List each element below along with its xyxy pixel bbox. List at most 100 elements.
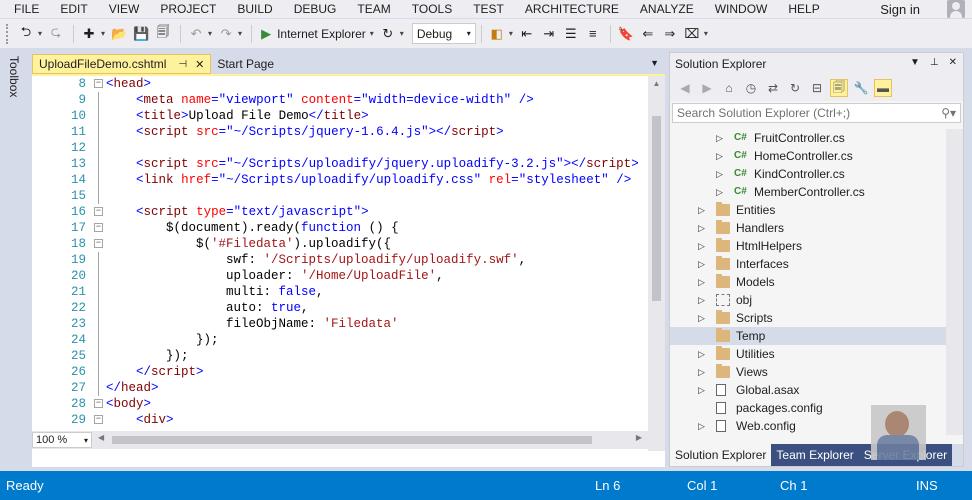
tab-team-explorer[interactable]: Team Explorer [771, 444, 859, 466]
code-line[interactable]: 11 <script src="~/Scripts/jquery-1.6.4.j… [32, 124, 648, 140]
menu-project[interactable]: PROJECT [148, 0, 225, 18]
expand-icon[interactable]: ▷ [716, 183, 723, 201]
code-line[interactable]: 18− $('#Filedata').uploadify({ [32, 236, 648, 252]
scroll-left-icon[interactable]: ◀ [98, 433, 104, 442]
pending-changes-filter-icon[interactable]: ◷ [742, 79, 760, 97]
redo-dropdown-icon[interactable]: ▾ [238, 29, 242, 38]
user-avatar-icon[interactable] [947, 0, 965, 18]
expand-icon[interactable]: ▷ [698, 363, 705, 381]
new-project-icon[interactable]: ✚ [79, 24, 99, 44]
tree-item-membercontroller-cs[interactable]: ▷ C# MemberController.cs [670, 183, 963, 201]
tab-solution-explorer[interactable]: Solution Explorer [670, 444, 772, 466]
code-line[interactable]: 8− <head> [32, 76, 648, 92]
browser-dropdown-icon[interactable]: ▾ [370, 29, 374, 38]
code-line[interactable]: 15 [32, 188, 648, 204]
menu-debug[interactable]: DEBUG [282, 0, 346, 18]
clear-bookmarks-icon[interactable]: ⌧ [682, 24, 702, 44]
code-line[interactable]: 14 <link href="~/Scripts/uploadify/uploa… [32, 172, 648, 188]
code-line[interactable]: 12 [32, 140, 648, 156]
collapse-region-icon[interactable]: − [94, 415, 103, 424]
tree-item-global-asax[interactable]: ▷ Global.asax [670, 381, 963, 399]
tab-overflow-icon[interactable]: ▼ [650, 58, 659, 68]
tree-item-handlers[interactable]: ▷ Handlers [670, 219, 963, 237]
undo-icon[interactable]: ↶ [186, 24, 206, 44]
open-file-icon[interactable]: 📂 [109, 24, 129, 44]
menu-architecture[interactable]: ARCHITECTURE [513, 0, 628, 18]
code-line[interactable]: 20 uploader: '/Home/UploadFile', [32, 268, 648, 284]
window-position-icon[interactable]: ▼ [910, 57, 920, 68]
redo-icon[interactable]: ↷ [216, 24, 236, 44]
tree-item-interfaces[interactable]: ▷ Interfaces [670, 255, 963, 273]
search-icon[interactable]: ⚲▾ [941, 106, 956, 120]
collapse-all-icon[interactable]: ⊟ [808, 79, 826, 97]
expand-icon[interactable]: ▷ [698, 237, 705, 255]
zoom-select[interactable]: 100 % ▾ [32, 432, 92, 448]
editor-vertical-scrollbar[interactable]: ▲ [648, 76, 665, 451]
solution-tree[interactable]: ▷ C# FruitController.cs ▷ C# HomeController.c… [670, 129, 963, 435]
code-line[interactable]: 13 <script src="~/Scripts/uploadify/jque… [32, 156, 648, 172]
undo-dropdown-icon[interactable]: ▾ [208, 29, 212, 38]
tree-item-temp[interactable]: Temp [670, 327, 963, 345]
bookmark-icon[interactable]: 🔖 [616, 24, 636, 44]
refresh-dropdown-icon[interactable]: ▾ [400, 29, 404, 38]
menu-window[interactable]: WINDOW [703, 0, 777, 18]
tree-item-utilities[interactable]: ▷ Utilities [670, 345, 963, 363]
menu-team[interactable]: TEAM [345, 0, 399, 18]
code-line[interactable]: 22 auto: true, [32, 300, 648, 316]
solution-explorer-search[interactable]: Search Solution Explorer (Ctrl+;) ⚲▾ [672, 103, 961, 123]
scroll-right-icon[interactable]: ▶ [636, 433, 642, 442]
code-line[interactable]: 27 </head> [32, 380, 648, 396]
expand-icon[interactable]: ▷ [716, 147, 723, 165]
refresh-icon[interactable]: ↻ [786, 79, 804, 97]
back-dropdown-icon[interactable]: ▾ [38, 29, 42, 38]
expand-icon[interactable]: ▷ [698, 291, 705, 309]
tree-item-htmlhelpers[interactable]: ▷ HtmlHelpers [670, 237, 963, 255]
expand-icon[interactable]: ▷ [698, 273, 705, 291]
auto-hide-pin-icon[interactable]: ⊥ [930, 57, 939, 68]
tree-item-homecontroller-cs[interactable]: ▷ C# HomeController.cs [670, 147, 963, 165]
show-all-files-icon[interactable]: 🗐 [830, 79, 848, 97]
menu-help[interactable]: HELP [776, 0, 828, 18]
tree-item-fruitcontroller-cs[interactable]: ▷ C# FruitController.cs [670, 129, 963, 147]
code-line[interactable]: 19 swf: '/Scripts/uploadify/uploadify.sw… [32, 252, 648, 268]
tree-item-views[interactable]: ▷ Views [670, 363, 963, 381]
code-line[interactable]: 9 <meta name="viewport" content="width=d… [32, 92, 648, 108]
toolbar-grip[interactable] [6, 23, 10, 44]
code-line[interactable]: 24 }); [32, 332, 648, 348]
code-line[interactable]: 23 fileObjName: 'Filedata' [32, 316, 648, 332]
home-icon[interactable]: ⌂ [720, 79, 738, 97]
collapse-region-icon[interactable]: − [94, 79, 103, 88]
scroll-up-icon[interactable]: ▲ [648, 76, 665, 92]
expand-icon[interactable]: ▷ [698, 219, 705, 237]
navigate-back-icon[interactable]: ⮌ [16, 24, 36, 44]
increase-indent-icon[interactable]: ⇥ [539, 24, 559, 44]
tab-uploadfiledemo[interactable]: UploadFileDemo.cshtml ⊣ ✕ [32, 54, 212, 74]
sign-in-link[interactable]: Sign in [880, 2, 920, 17]
code-area[interactable]: 8− <head> 9 <meta name="viewport" content=… [32, 76, 648, 431]
code-line[interactable]: 16− <script type="text/javascript"> [32, 204, 648, 220]
comment-lines-icon[interactable]: ☰ [561, 24, 581, 44]
tree-item-scripts[interactable]: ▷ Scripts [670, 309, 963, 327]
expand-icon[interactable]: ▷ [698, 201, 705, 219]
tab-start-page[interactable]: Start Page [211, 54, 280, 74]
code-line[interactable]: 26 </script> [32, 364, 648, 380]
expand-icon[interactable]: ▷ [698, 345, 705, 363]
expand-icon[interactable]: ▷ [698, 309, 705, 327]
menu-build[interactable]: BUILD [225, 0, 281, 18]
code-line[interactable]: 28− <body> [32, 396, 648, 412]
menu-file[interactable]: FILE [0, 0, 48, 18]
expand-icon[interactable]: ▷ [716, 165, 723, 183]
solution-explorer-scrollbar[interactable] [946, 129, 963, 435]
forward-icon[interactable]: ▶ [698, 79, 716, 97]
code-line[interactable]: 17− $(document).ready(function () { [32, 220, 648, 236]
code-line[interactable]: 29− <div> [32, 412, 648, 428]
expand-icon[interactable]: ▷ [698, 255, 705, 273]
collapse-region-icon[interactable]: − [94, 223, 103, 232]
find-in-files-icon[interactable]: ◧ [487, 24, 507, 44]
code-editor[interactable]: 8− <head> 9 <meta name="viewport" content=… [32, 74, 665, 467]
new-dropdown-icon[interactable]: ▾ [101, 29, 105, 38]
menu-tools[interactable]: TOOLS [400, 0, 461, 18]
next-bookmark-icon[interactable]: ⇒ [660, 24, 680, 44]
code-line[interactable]: 10 <title>Upload File Demo</title> [32, 108, 648, 124]
pin-icon[interactable]: ⊣ [178, 59, 187, 70]
